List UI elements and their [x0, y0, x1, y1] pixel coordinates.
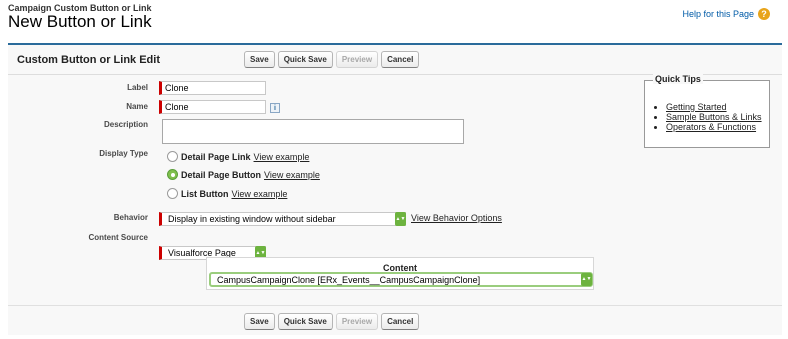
quick-tip-link-sample-buttons[interactable]: Sample Buttons & Links — [666, 112, 762, 122]
help-link[interactable]: Help for this Page — [682, 9, 754, 19]
bottom-button-bar: Save Quick Save Preview Cancel — [244, 313, 420, 330]
content-source-field-label: Content Source — [88, 233, 148, 242]
radio-label: Detail Page Link — [181, 151, 251, 162]
view-example-link[interactable]: View example — [232, 189, 288, 199]
list-item[interactable]: Operators & Functions — [666, 122, 762, 132]
select-stepper-icon[interactable]: ▲▼ — [395, 212, 406, 226]
top-button-bar: Save Quick Save Preview Cancel — [244, 51, 420, 68]
select-stepper-icon[interactable]: ▲▼ — [581, 273, 592, 286]
view-behavior-options-link[interactable]: View Behavior Options — [411, 213, 502, 223]
info-icon[interactable]: i — [270, 103, 280, 113]
quick-save-button-bottom[interactable]: Quick Save — [277, 313, 333, 330]
help-link-group[interactable]: Help for this Page ? — [682, 8, 770, 20]
quick-tip-link-operators[interactable]: Operators & Functions — [666, 122, 756, 132]
save-button[interactable]: Save — [244, 51, 275, 68]
list-item[interactable]: Sample Buttons & Links — [666, 112, 762, 122]
save-button-bottom[interactable]: Save — [244, 313, 275, 330]
panel-title: Custom Button or Link Edit — [17, 54, 160, 66]
radio-label: Detail Page Button — [181, 169, 262, 180]
quick-tips-box: Quick Tips Getting Started Sample Button… — [644, 74, 770, 148]
panel-footer: Save Quick Save Preview Cancel — [8, 305, 782, 335]
radio-label: List Button — [181, 188, 229, 199]
preview-button[interactable]: Preview — [335, 51, 379, 68]
content-box: Content CampusCampaignClone [ERx_Events_… — [206, 257, 594, 290]
view-example-link[interactable]: View example — [264, 170, 320, 180]
preview-button-bottom[interactable]: Preview — [335, 313, 379, 330]
name-field-label: Name — [126, 102, 148, 111]
cancel-button-bottom[interactable]: Cancel — [381, 313, 420, 330]
help-icon[interactable]: ? — [758, 8, 770, 20]
radio-option-list-button[interactable]: List Button View example — [167, 188, 287, 199]
behavior-select-value: Display in existing window without sideb… — [168, 214, 336, 224]
view-example-link[interactable]: View example — [254, 152, 310, 162]
label-input[interactable]: Clone — [159, 81, 266, 95]
radio-option-detail-page-link[interactable]: Detail Page Link View example — [167, 151, 309, 162]
radio-button[interactable] — [167, 188, 178, 199]
label-field-label: Label — [127, 83, 148, 92]
page-title: New Button or Link — [8, 12, 152, 31]
list-item[interactable]: Getting Started — [666, 102, 762, 112]
quick-tip-link-getting-started[interactable]: Getting Started — [666, 102, 727, 112]
description-field-label: Description — [103, 120, 148, 129]
quick-tips-title: Quick Tips — [653, 74, 703, 84]
name-input[interactable]: Clone — [159, 100, 266, 114]
radio-button-selected[interactable] — [167, 169, 178, 180]
quick-save-button[interactable]: Quick Save — [277, 51, 333, 68]
display-type-field-label: Display Type — [99, 149, 148, 158]
radio-option-detail-page-button[interactable]: Detail Page Button View example — [167, 169, 320, 180]
behavior-select[interactable]: Display in existing window without sideb… — [159, 212, 406, 226]
description-textarea[interactable] — [162, 119, 464, 144]
content-header: Content — [383, 263, 417, 273]
behavior-field-label: Behavior — [113, 213, 148, 222]
quick-tips-list: Getting Started Sample Buttons & Links O… — [652, 102, 762, 132]
radio-button[interactable] — [167, 151, 178, 162]
content-select-value: CampusCampaignClone [ERx_Events__CampusC… — [217, 274, 481, 285]
panel-header: Custom Button or Link Edit Save Quick Sa… — [8, 45, 782, 75]
content-select[interactable]: CampusCampaignClone [ERx_Events__CampusC… — [209, 272, 593, 287]
cancel-button[interactable]: Cancel — [381, 51, 420, 68]
